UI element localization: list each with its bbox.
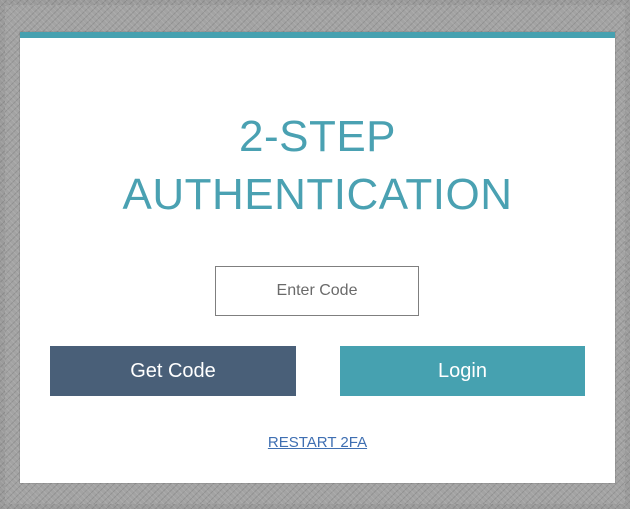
login-button[interactable]: Login [340, 346, 585, 396]
get-code-button[interactable]: Get Code [50, 346, 296, 396]
code-input[interactable] [216, 267, 418, 315]
restart-2fa-link[interactable]: RESTART 2FA [20, 434, 615, 451]
auth-card: 2-STEP AUTHENTICATION Get Code Login RES… [20, 32, 615, 483]
page-title: 2-STEP AUTHENTICATION [20, 108, 615, 224]
accent-bar [20, 32, 615, 38]
code-field [215, 266, 419, 316]
title-line-1: 2-STEP [238, 112, 397, 161]
title-line-2: AUTHENTICATION [122, 170, 513, 219]
background-frame: 2-STEP AUTHENTICATION Get Code Login RES… [5, 5, 625, 504]
